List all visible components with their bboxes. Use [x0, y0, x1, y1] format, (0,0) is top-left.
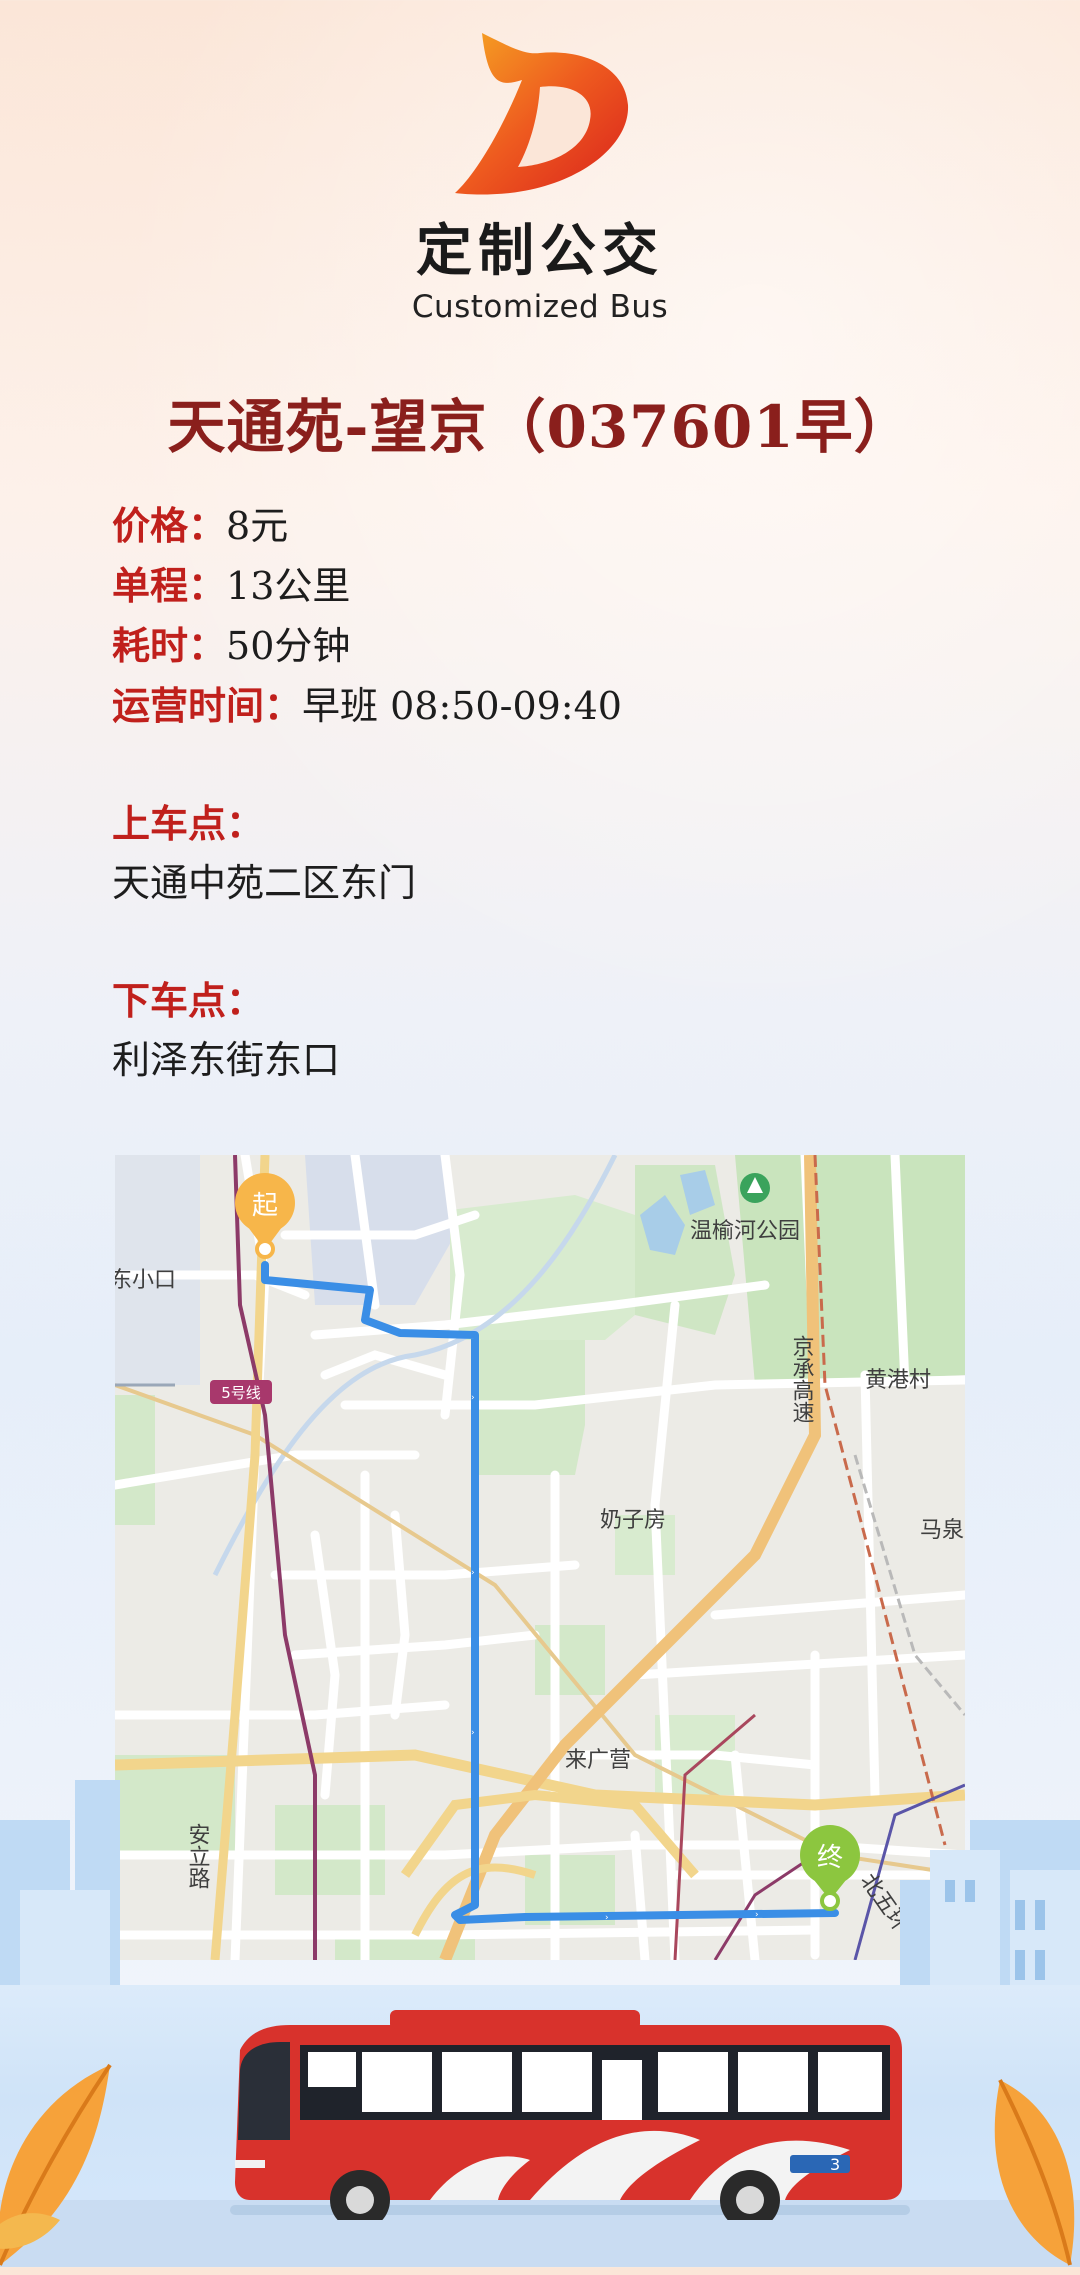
distance-row: 单程：13公里: [112, 555, 350, 610]
boarding-label: 上车点：: [112, 801, 265, 846]
distance-label: 单程：: [112, 563, 227, 608]
alighting-label: 下车点：: [112, 978, 265, 1023]
alighting-value: 利泽东街东口: [112, 1038, 341, 1082]
map-label-wenyu-park: 温榆河公园: [690, 1219, 800, 1244]
park-icon: [740, 1173, 770, 1203]
map-label-xiaokou: 东小口: [115, 1268, 176, 1293]
bus-route-number: 3: [830, 2155, 840, 2174]
schedule-value: 早班 08:50-09:40: [302, 684, 622, 728]
svg-text:5号线: 5号线: [221, 1384, 261, 1402]
duration-value: 50分钟: [226, 624, 351, 668]
price-row: 价格：8元: [112, 495, 288, 550]
brand-logo-icon: [455, 33, 629, 195]
schedule-label: 运营时间：: [112, 683, 303, 728]
duration-row: 耗时：50分钟: [112, 615, 350, 670]
distance-value: 13公里: [226, 564, 351, 608]
leaf-right-decoration: [994, 2079, 1075, 2266]
schedule-row: 运营时间：早班 08:50-09:40: [112, 675, 622, 730]
start-marker-label: 起: [252, 1191, 278, 1221]
duration-label: 耗时：: [112, 623, 227, 668]
leaf-left-decoration: [0, 2063, 112, 2266]
map-label-huanggang: 黄港村: [865, 1368, 931, 1393]
svg-text:›: ›: [471, 1393, 475, 1403]
price-label: 价格：: [112, 503, 227, 548]
map-label-jingcheng: 京承高速: [789, 1335, 815, 1423]
price-value: 8元: [226, 504, 289, 548]
svg-text:›: ›: [471, 1728, 475, 1738]
bus-illustration: 3: [230, 2010, 910, 2220]
brand-logo: 定制公交 Customized Bus: [0, 25, 1080, 325]
svg-text:›: ›: [471, 1568, 475, 1578]
brand-name-cn: 定制公交: [416, 219, 664, 284]
boarding-value: 天通中苑二区东门: [112, 861, 417, 905]
metro-line5-badge: 5号线: [210, 1380, 272, 1404]
route-title: 天通苑-望京（037601早）: [167, 393, 913, 461]
map-label-maquan: 马泉: [920, 1518, 964, 1543]
brand-name-en: Customized Bus: [411, 289, 669, 325]
map-label-naizifang: 奶子房: [600, 1508, 666, 1533]
